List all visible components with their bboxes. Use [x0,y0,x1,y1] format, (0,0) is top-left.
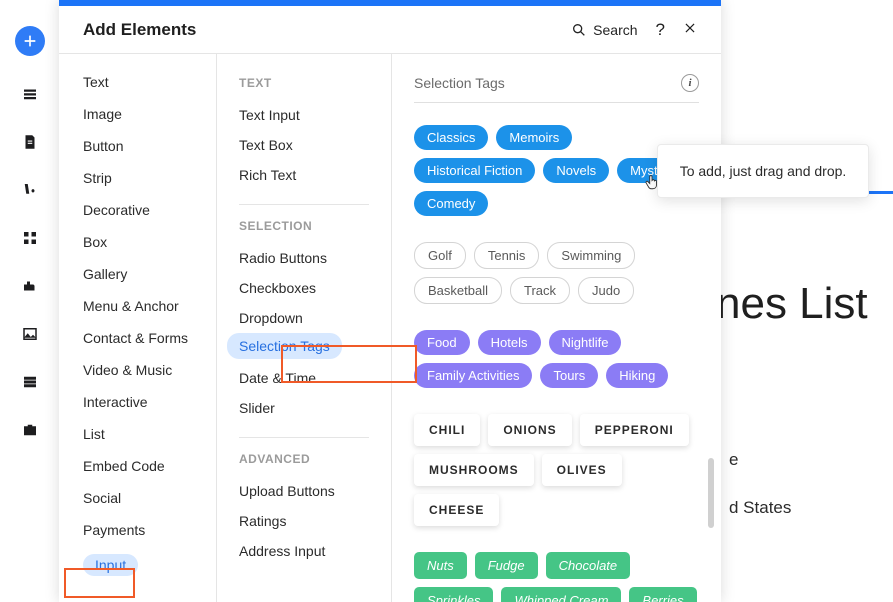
tag-item: Food [414,330,470,355]
sub-address-input[interactable]: Address Input [239,536,369,566]
category-box[interactable]: Box [59,226,216,258]
category-image[interactable]: Image [59,98,216,130]
rail-media-icon[interactable] [20,324,40,344]
category-video-music[interactable]: Video & Music [59,354,216,386]
background-row-1: e [729,450,738,470]
tag-item: Golf [414,242,466,269]
rail-addons-icon[interactable] [20,276,40,296]
category-input-label: Input [83,554,138,576]
tag-item: Whipped Cream [501,587,621,602]
drag-drop-tooltip: To add, just drag and drop. [657,144,869,198]
category-embed-code[interactable]: Embed Code [59,450,216,482]
tag-item: Classics [414,125,488,150]
background-page-content: nes List e d States [721,54,893,602]
rail-pages-icon[interactable] [20,84,40,104]
sub-text-input[interactable]: Text Input [239,100,369,130]
tag-item: Family Activities [414,363,532,388]
category-list[interactable]: List [59,418,216,450]
category-menu-anchor[interactable]: Menu & Anchor [59,290,216,322]
sub-ratings[interactable]: Ratings [239,506,369,536]
section-label-selection: SELECTION [239,219,369,233]
tooltip-text: To add, just drag and drop. [680,163,847,179]
tag-item: CHEESE [414,494,499,526]
category-text[interactable]: Text [59,66,216,98]
search-label: Search [593,22,637,38]
background-row-2: d States [729,498,791,518]
scrollbar-thumb[interactable] [708,458,714,528]
tag-item: Sprinkles [414,587,493,602]
left-tool-rail [0,0,59,602]
divider [239,204,369,205]
tag-preset-green[interactable]: Nuts Fudge Chocolate Sprinkles Whipped C… [414,552,699,602]
sub-date-time[interactable]: Date & Time [239,363,369,393]
panel-header: Add Elements Search ? [59,6,721,54]
category-payments[interactable]: Payments [59,514,216,546]
tag-item: Judo [578,277,634,304]
category-contact-forms[interactable]: Contact & Forms [59,322,216,354]
category-button[interactable]: Button [59,130,216,162]
divider [414,102,699,103]
tag-item: Historical Fiction [414,158,535,183]
tag-item: Swimming [547,242,635,269]
section-label-text: TEXT [239,76,369,90]
category-interactive[interactable]: Interactive [59,386,216,418]
tag-item: OLIVES [542,454,622,486]
tag-item: Hiking [606,363,668,388]
section-label-advanced: ADVANCED [239,452,369,466]
sub-radio-buttons[interactable]: Radio Buttons [239,243,369,273]
tag-item: Memoirs [496,125,572,150]
add-elements-panel: Add Elements Search ? Text Image Button … [59,0,721,602]
category-gallery[interactable]: Gallery [59,258,216,290]
add-elements-button[interactable] [15,26,45,56]
category-decorative[interactable]: Decorative [59,194,216,226]
tag-item: MUSHROOMS [414,454,534,486]
tag-item: Hotels [478,330,541,355]
sub-text-box[interactable]: Text Box [239,130,369,160]
preview-column: Selection Tags i Classics Memoirs Histor… [392,54,721,602]
sub-slider[interactable]: Slider [239,393,369,423]
tag-preset-outline[interactable]: Golf Tennis Swimming Basketball Track Ju… [414,242,699,304]
tag-item: Tennis [474,242,540,269]
tag-item: PEPPERONI [580,414,689,446]
tag-item: Nuts [414,552,467,579]
tag-item: ONIONS [488,414,571,446]
sub-selection-tags[interactable]: Selection Tags [227,333,342,359]
sub-upload-buttons[interactable]: Upload Buttons [239,476,369,506]
sub-dropdown[interactable]: Dropdown [239,303,369,333]
tag-item: Tours [540,363,598,388]
rail-data-icon[interactable] [20,372,40,392]
tag-item: Nightlife [549,330,622,355]
rail-business-icon[interactable] [20,420,40,440]
tag-item: Comedy [414,191,488,216]
search-button[interactable]: Search [571,22,637,38]
subcategory-column: TEXT Text Input Text Box Rich Text SELEC… [217,54,392,602]
rail-apps-icon[interactable] [20,228,40,248]
tag-item: Track [510,277,570,304]
tag-item: Basketball [414,277,502,304]
tag-item: Fudge [475,552,538,579]
sub-rich-text[interactable]: Rich Text [239,160,369,190]
info-icon[interactable]: i [681,74,699,92]
help-icon[interactable]: ? [656,20,665,40]
category-column: Text Image Button Strip Decorative Box G… [59,54,217,602]
rail-page-icon[interactable] [20,132,40,152]
close-icon[interactable] [683,20,697,40]
tag-item: Novels [543,158,609,183]
divider [239,437,369,438]
tag-preset-purple[interactable]: Food Hotels Nightlife Family Activities … [414,330,699,388]
tag-item: Berries [629,587,696,602]
tag-item: Chocolate [546,552,631,579]
tag-item: CHILI [414,414,480,446]
category-social[interactable]: Social [59,482,216,514]
preview-title: Selection Tags [414,75,505,91]
sub-checkboxes[interactable]: Checkboxes [239,273,369,303]
category-strip[interactable]: Strip [59,162,216,194]
rail-design-icon[interactable] [20,180,40,200]
tag-preset-whitebox[interactable]: CHILI ONIONS PEPPERONI MUSHROOMS OLIVES … [414,414,699,526]
background-title: nes List [721,279,868,329]
category-input[interactable]: Input [59,546,216,584]
panel-title: Add Elements [83,20,196,40]
